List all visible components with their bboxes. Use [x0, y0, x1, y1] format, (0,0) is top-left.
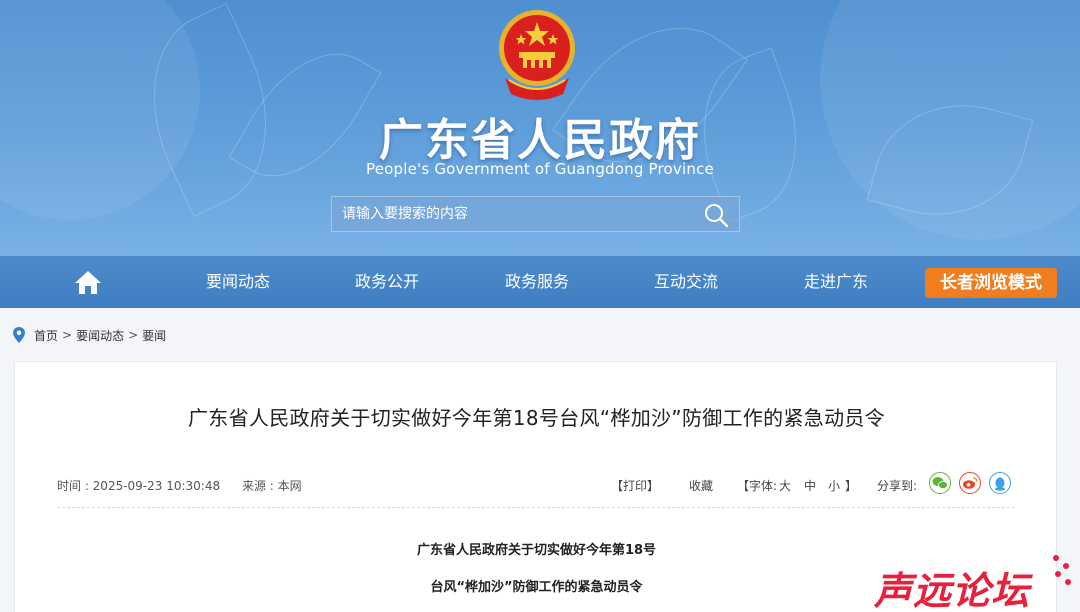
article-title: 广东省人民政府关于切实做好今年第18号台风“桦加沙”防御工作的紧急动员令	[188, 406, 885, 430]
breadcrumb-news[interactable]: 要闻动态	[76, 327, 124, 344]
site-subtitle: People's Government of Guangdong Provinc…	[366, 160, 714, 178]
font-medium-button[interactable]: 中	[804, 477, 816, 494]
watermark-logo: 声远论坛	[874, 569, 1031, 612]
article-meta: 时间 : 2025-09-23 10:30:48 来源 : 本网	[57, 477, 320, 494]
nav-item-open-gov[interactable]: 政务公开	[327, 256, 447, 308]
breadcrumb-headlines[interactable]: 要闻	[142, 327, 166, 344]
site-header: 广东省人民政府 People's Government of Guangdong…	[0, 0, 1080, 256]
search-icon[interactable]	[703, 202, 729, 228]
main-nav: 要闻动态 政务公开 政务服务 互动交流 走进广东	[0, 256, 1080, 308]
meta-divider	[57, 507, 1015, 508]
publish-time: 时间 : 2025-09-23 10:30:48	[57, 479, 221, 493]
location-pin-icon	[13, 327, 25, 343]
article-source: 来源 : 本网	[241, 479, 302, 493]
home-icon[interactable]	[74, 269, 102, 295]
elder-mode-button[interactable]: 长者浏览模式	[925, 268, 1057, 298]
article-body-heading-line1: 广东省人民政府关于切实做好今年第18号	[416, 543, 657, 558]
font-large-button[interactable]: 大	[779, 477, 791, 494]
breadcrumb-separator: >	[128, 328, 139, 342]
nav-item-services[interactable]: 政务服务	[477, 256, 597, 308]
nav-item-news[interactable]: 要闻动态	[178, 256, 298, 308]
favorite-button[interactable]: 收藏	[689, 477, 713, 494]
print-button[interactable]: 【打印】	[611, 477, 659, 494]
search-box	[331, 196, 740, 232]
search-input[interactable]	[332, 197, 692, 231]
nav-item-about-guangdong[interactable]: 走进广东	[776, 256, 896, 308]
weibo-share-button[interactable]	[959, 472, 981, 494]
wechat-share-button[interactable]	[929, 472, 951, 494]
share-label: 分享到:	[877, 479, 918, 493]
weibo-icon	[963, 477, 978, 489]
breadcrumb-home[interactable]: 首页	[34, 327, 58, 344]
qq-share-button[interactable]	[989, 472, 1011, 494]
watermark-dots-icon	[1053, 555, 1071, 585]
font-size-close: 】	[845, 479, 858, 493]
qq-icon	[995, 477, 1005, 491]
nav-item-interaction[interactable]: 互动交流	[626, 256, 746, 308]
breadcrumb: 首页 > 要闻动态 > 要闻	[12, 325, 166, 345]
site-title: 广东省人民政府	[379, 115, 701, 166]
national-emblem-icon	[499, 10, 575, 100]
font-size-open: 【字体:	[737, 479, 778, 493]
wechat-icon	[932, 477, 948, 489]
font-small-button[interactable]: 小	[828, 477, 840, 494]
breadcrumb-separator: >	[62, 328, 73, 342]
